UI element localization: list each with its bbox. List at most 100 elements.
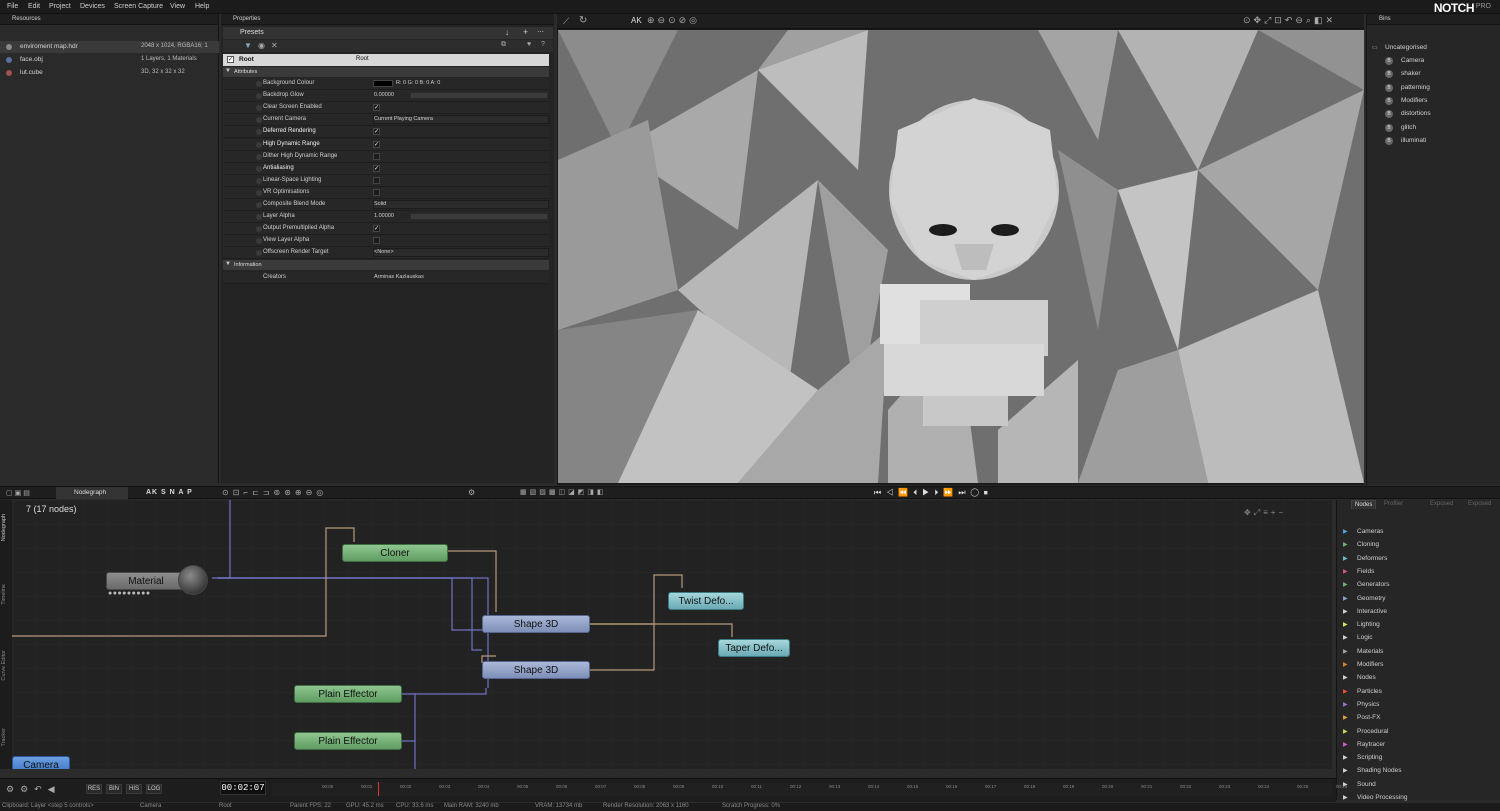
property-checkbox[interactable]: ✓ <box>373 140 380 148</box>
heart-icon[interactable]: ♥ <box>527 41 531 48</box>
library-category[interactable]: ▶ Nodes <box>1343 672 1493 684</box>
bin-item[interactable]: Bglitch <box>1367 122 1497 134</box>
twist-deformer-node[interactable]: Twist Defo... <box>668 592 744 610</box>
expand-arrow-icon[interactable]: ▶ <box>1343 581 1348 588</box>
library-category[interactable]: ▶ Materials <box>1343 646 1493 658</box>
dropdown[interactable] <box>373 200 549 209</box>
menu-help[interactable]: Help <box>195 3 209 10</box>
library-category[interactable]: ▶ Sound <box>1343 779 1493 791</box>
menu-screen-capture[interactable]: Screen Capture <box>114 3 163 10</box>
bin-item[interactable]: B Camera <box>1367 55 1497 67</box>
bin-root[interactable]: ▭ Uncategorised <box>1367 42 1497 54</box>
render-view[interactable] <box>558 30 1364 483</box>
color-swatch[interactable] <box>373 80 393 87</box>
value-slider[interactable] <box>410 92 548 100</box>
log-button[interactable]: LOG <box>146 784 162 794</box>
library-category[interactable]: ▶ Interactive <box>1343 606 1493 618</box>
keyframe-dot-icon[interactable] <box>256 226 262 233</box>
background-color-value[interactable]: R: 0 G: 0 B: 0 A: 0 <box>396 80 440 86</box>
filter-icon[interactable]: ▼ <box>244 41 252 50</box>
property-row[interactable]: Composite Blend Mode Solid <box>223 199 549 211</box>
property-row[interactable]: Background Colour R: 0 G: 0 B: 0 A: 0 <box>223 78 549 90</box>
expand-arrow-icon[interactable]: ▶ <box>1343 767 1348 774</box>
expand-arrow-icon[interactable]: ▶ <box>1343 661 1348 668</box>
dropdown[interactable] <box>373 248 549 258</box>
library-category[interactable]: ▶ Procedural <box>1343 726 1493 738</box>
tab-nodes[interactable]: Nodes <box>1351 500 1377 509</box>
keyframe-dot-icon[interactable] <box>256 177 262 184</box>
side-tab-timeline[interactable]: Timeline <box>1 584 11 605</box>
property-value[interactable]: <None> <box>374 249 394 255</box>
expand-arrow-icon[interactable]: ▶ <box>1343 608 1348 615</box>
menu-devices[interactable]: Devices <box>80 3 105 10</box>
bin-item[interactable]: Bpatterning <box>1367 82 1497 94</box>
expand-arrow-icon[interactable]: ▶ <box>1343 674 1348 681</box>
cloner-node[interactable]: Cloner <box>342 544 448 562</box>
property-row[interactable]: Linear-Space Lighting <box>223 174 549 187</box>
more-icon[interactable]: ⋯ <box>537 28 544 36</box>
gizmo-icons[interactable]: ⊕⊖⊙⊘◎ <box>647 15 700 26</box>
playhead[interactable] <box>378 782 379 796</box>
property-row[interactable]: Offscreen Render Target <None> <box>223 247 549 260</box>
plain-effector-node-2[interactable]: Plain Effector <box>294 732 402 750</box>
timecode-display[interactable]: 00:02:07 <box>220 781 266 795</box>
graph-icon[interactable]: ⟋ <box>563 16 569 27</box>
graph-tool-icons[interactable]: ⊙⊡⌐⊏⊐⊚⊛⊕⊖◎ <box>222 488 327 497</box>
library-category[interactable]: ▶ Raytracer <box>1343 739 1493 751</box>
library-category[interactable]: ▶ Post-FX <box>1343 712 1493 724</box>
shape-3d-node-1[interactable]: Shape 3D <box>482 615 590 633</box>
property-value[interactable]: 1.00000 <box>374 213 394 219</box>
nodegraph-tab[interactable]: Nodegraph <box>56 487 128 499</box>
property-row[interactable]: Layer Alpha 1.00000 <box>223 211 549 224</box>
library-category[interactable]: ▶ Cameras <box>1343 526 1493 538</box>
material-node[interactable]: Material <box>106 572 186 590</box>
bin-item[interactable]: B Modifiers <box>1367 95 1497 107</box>
expand-arrow-icon[interactable]: ▶ <box>1343 634 1348 641</box>
expand-arrow-icon[interactable]: ▶ <box>1343 528 1348 535</box>
library-category[interactable]: ▶ Scripting <box>1343 752 1493 764</box>
information-header[interactable]: ▼ Information <box>223 260 549 270</box>
expand-arrow-icon[interactable]: ▶ <box>1343 595 1348 602</box>
root-checkbox[interactable]: ✓ <box>227 56 234 63</box>
shape-3d-node-2[interactable]: Shape 3D <box>482 661 590 679</box>
expand-arrow-icon[interactable]: ▶ <box>1343 555 1348 562</box>
expand-arrow-icon[interactable]: ▶ <box>1343 714 1348 721</box>
render-mode-icons[interactable]: ▦▧▨▩◫◪◩◨◧ <box>520 488 607 496</box>
tab-exposed[interactable]: Exposed <box>1427 500 1456 508</box>
property-row[interactable]: Deferred Rendering ✓ <box>223 126 549 139</box>
taper-deformer-node[interactable]: Taper Defo... <box>718 639 790 657</box>
property-value[interactable]: 0.00000 <box>374 92 394 98</box>
keyframe-dot-icon[interactable] <box>256 165 262 172</box>
property-row[interactable]: Backdrop Glow 0.00000 <box>223 90 549 103</box>
camera-node[interactable]: Camera <box>12 756 70 769</box>
library-category[interactable]: ▶ Lighting <box>1343 619 1493 631</box>
property-checkbox[interactable]: ✓ <box>373 128 380 136</box>
side-tab-tracker[interactable]: Tracker <box>1 728 11 746</box>
view-tool-icons[interactable]: ⊙✥⤢⊡↶⊖⌕◧✕ <box>1243 15 1336 26</box>
settings-icon[interactable]: ⚙ <box>468 488 475 497</box>
property-checkbox[interactable]: ✓ <box>373 164 380 172</box>
bin-item[interactable]: Bshaker <box>1367 68 1497 80</box>
plain-effector-node-1[interactable]: Plain Effector <box>294 685 402 703</box>
property-value[interactable]: Current Playing Camera <box>374 116 433 122</box>
timeline-tool-icons[interactable]: ⚙⚙↶◀ <box>6 784 61 795</box>
timeline-ruler[interactable]: 00:00 00:01 00:02 00:03 00:04 00:05 00:06 00:07… <box>272 782 1347 796</box>
expand-arrow-icon[interactable]: ▶ <box>1343 741 1348 748</box>
library-category[interactable]: ▶ Logic <box>1343 632 1493 644</box>
keyframe-dot-icon[interactable] <box>256 93 262 100</box>
property-checkbox[interactable] <box>373 176 380 184</box>
arrow-down-icon[interactable]: ↓ <box>505 28 509 37</box>
property-value[interactable]: Solid <box>374 201 386 207</box>
attributes-header[interactable]: ▼ Attributes <box>223 67 549 77</box>
property-checkbox[interactable] <box>373 152 380 160</box>
library-category[interactable]: ▶ Particles <box>1343 686 1493 698</box>
menu-edit[interactable]: Edit <box>28 3 40 10</box>
library-category[interactable]: ▶ Modifiers <box>1343 659 1493 671</box>
library-category[interactable]: ▶ Deformers <box>1343 553 1493 565</box>
his-button[interactable]: HIS <box>126 784 142 794</box>
bin-item[interactable]: Billuminati <box>1367 135 1497 147</box>
ak-button[interactable]: AK <box>631 16 642 25</box>
property-row[interactable]: Clear Screen Enabled ✓ <box>223 102 549 115</box>
property-row[interactable]: Antialiasing ✓ <box>223 162 549 175</box>
keyframe-dot-icon[interactable] <box>256 81 262 87</box>
